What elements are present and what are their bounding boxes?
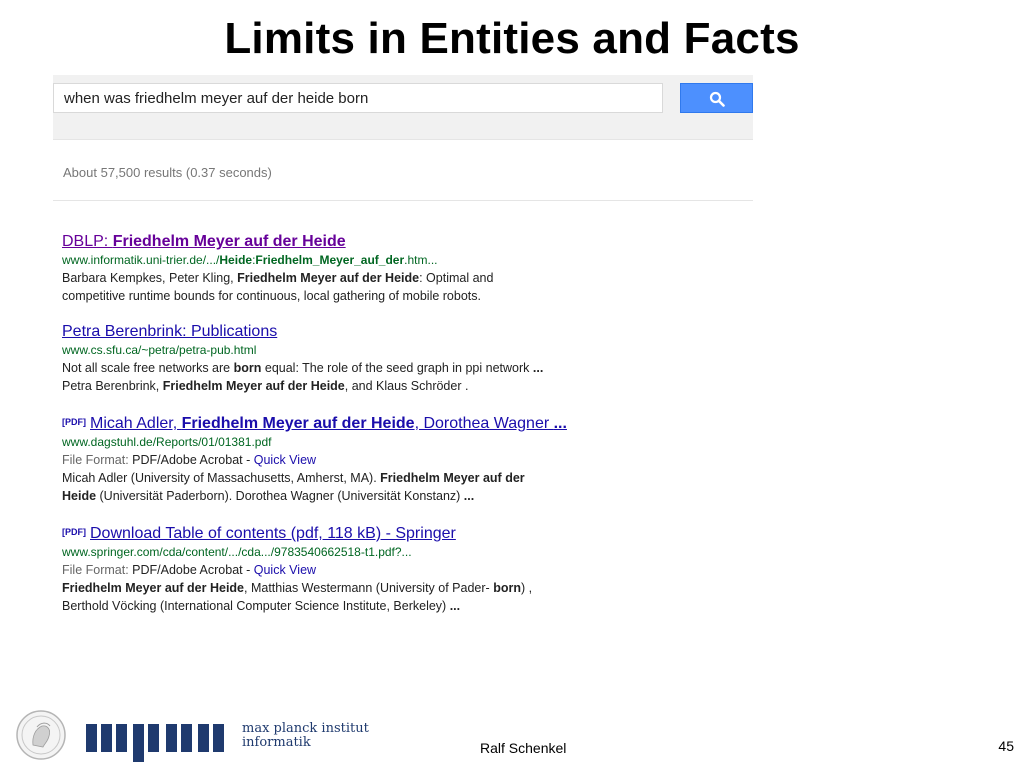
result-item: Petra Berenbrink: Publications www.cs.sf… xyxy=(62,322,752,395)
result-snippet: Heide (Universität Paderborn). Dorothea … xyxy=(62,489,475,503)
results-list: DBLP: Friedhelm Meyer auf der Heide www.… xyxy=(62,232,752,632)
result-url: www.informatik.uni-trier.de/.../Heide:Fr… xyxy=(62,253,438,267)
result-title: Petra Berenbrink: Publications xyxy=(62,322,752,342)
result-link[interactable]: Micah Adler, Friedhelm Meyer auf der Hei… xyxy=(90,415,567,432)
page-number: 45 xyxy=(998,738,1014,754)
result-snippet: Micah Adler (University of Massachusetts… xyxy=(62,471,525,485)
result-snippet: Not all scale free networks are born equ… xyxy=(62,361,544,375)
result-item: DBLP: Friedhelm Meyer auf der Heide www.… xyxy=(62,232,752,305)
result-link[interactable]: DBLP: Friedhelm Meyer auf der Heide xyxy=(62,233,346,250)
result-item: [PDF] Micah Adler, Friedhelm Meyer auf de… xyxy=(62,412,752,505)
result-title: DBLP: Friedhelm Meyer auf der Heide xyxy=(62,232,752,252)
quick-view-link[interactable]: Quick View xyxy=(254,453,316,467)
result-url: www.dagstuhl.de/Reports/01/01381.pdf xyxy=(62,435,272,449)
result-url: www.cs.sfu.ca/~petra/petra-pub.html xyxy=(62,343,257,357)
result-snippet: competitive runtime bounds for continuou… xyxy=(62,289,481,303)
slide-title: Limits in Entities and Facts xyxy=(224,14,800,63)
result-title: [PDF] Micah Adler, Friedhelm Meyer auf de… xyxy=(62,412,752,434)
author-name: Ralf Schenkel xyxy=(480,740,567,756)
search-input[interactable]: when was friedhelm meyer auf der heide b… xyxy=(53,83,663,113)
results-stats: About 57,500 results (0.37 seconds) xyxy=(63,165,272,180)
search-icon xyxy=(709,91,725,107)
file-format-line: File Format: PDF/Adobe Acrobat - Quick V… xyxy=(62,563,317,577)
result-title: [PDF] Download Table of contents (pdf, 11… xyxy=(62,522,752,544)
result-link[interactable]: Download Table of contents (pdf, 118 kB)… xyxy=(90,525,456,542)
result-snippet: Berthold Vöcking (International Computer… xyxy=(62,599,461,613)
search-header: when was friedhelm meyer auf der heide b… xyxy=(53,75,753,140)
result-link[interactable]: Petra Berenbrink: Publications xyxy=(62,323,277,340)
search-results-screenshot: when was friedhelm meyer auf der heide b… xyxy=(53,75,753,635)
divider xyxy=(53,200,753,201)
result-snippet: Friedhelm Meyer auf der Heide, Matthias … xyxy=(62,581,533,595)
search-button[interactable] xyxy=(680,83,753,113)
quick-view-link[interactable]: Quick View xyxy=(254,563,316,577)
mpi-logo xyxy=(86,724,224,762)
institute-name: max planck institut informatik xyxy=(242,721,369,750)
result-item: [PDF] Download Table of contents (pdf, 11… xyxy=(62,522,752,615)
pdf-tag: [PDF] xyxy=(62,527,86,537)
result-snippet: Petra Berenbrink, Friedhelm Meyer auf de… xyxy=(62,379,469,393)
result-url: www.springer.com/cda/content/.../cda.../… xyxy=(62,545,412,559)
file-format-line: File Format: PDF/Adobe Acrobat - Quick V… xyxy=(62,453,317,467)
minerva-seal-icon xyxy=(16,710,66,760)
pdf-tag: [PDF] xyxy=(62,417,86,427)
result-snippet: Barbara Kempkes, Peter Kling, Friedhelm … xyxy=(62,271,494,285)
slide-footer: max planck institut informatik Ralf Sche… xyxy=(0,700,1024,768)
